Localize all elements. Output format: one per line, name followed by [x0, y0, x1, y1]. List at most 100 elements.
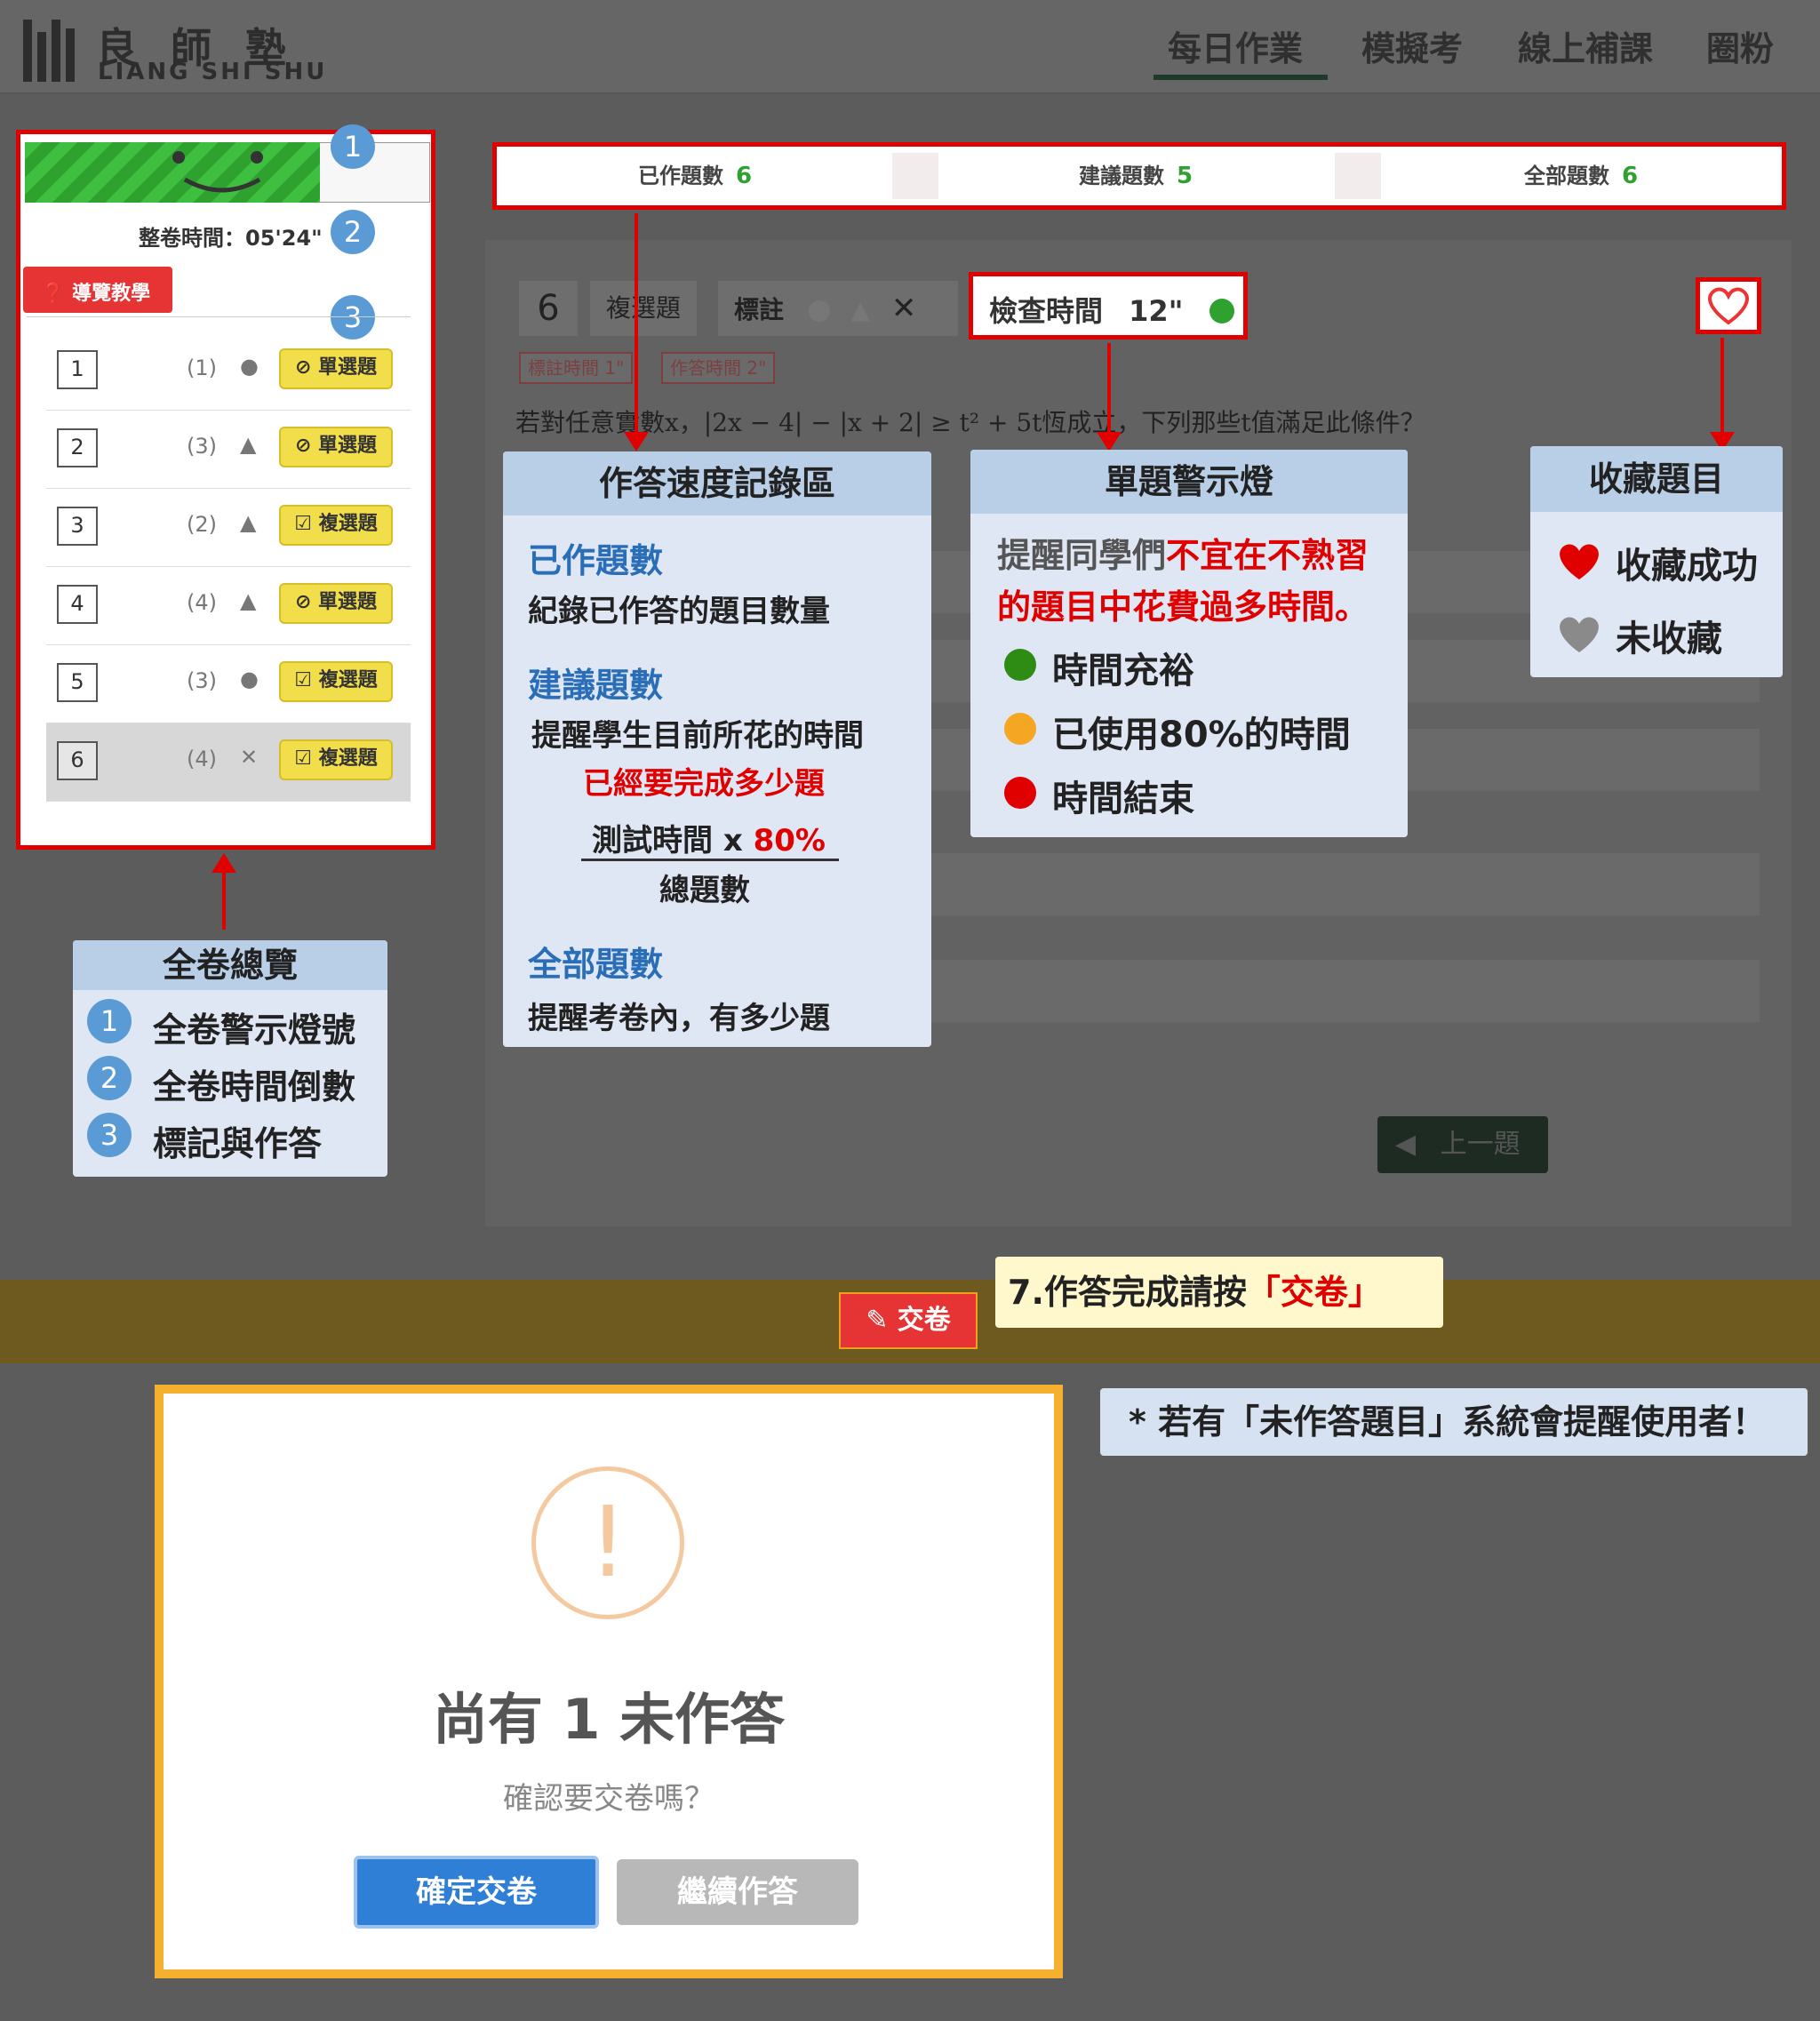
status-dot-icon: ● — [240, 667, 259, 691]
legend-item: 標記與作答 — [153, 1124, 323, 1163]
check-time-indicator: 檢查時間 12" — [969, 272, 1248, 339]
guide-tutorial-button[interactable]: ❓ 導覽教學 — [23, 267, 172, 313]
suggested-heading: 建議題數 — [528, 666, 664, 705]
badge-two: 2 — [331, 210, 375, 254]
edit-icon: ✎ — [866, 1305, 889, 1336]
question-type-tag[interactable]: ☑ 複選題 — [279, 505, 393, 546]
question-number[interactable]: 5 — [57, 663, 98, 702]
question-circle-icon: ❓ — [41, 283, 66, 305]
check-time-label: 檢查時間 — [989, 294, 1104, 328]
previous-question-label: 上一題 — [1440, 1129, 1521, 1160]
unsaved-label: 未收藏 — [1616, 619, 1722, 659]
saved-label: 收藏成功 — [1616, 546, 1758, 587]
legend-item: 全卷時間倒數 — [153, 1067, 356, 1106]
question-points: (4) — [187, 590, 217, 615]
counter-divider — [1335, 153, 1381, 199]
question-list-item[interactable]: 1 (1) ● ⊘ 單選題 — [46, 332, 411, 411]
formula-denominator: 總題數 — [659, 873, 750, 908]
heart-outline-icon — [1708, 287, 1749, 325]
nav-online-makeup[interactable]: 線上補課 — [1518, 21, 1653, 70]
favorite-button[interactable] — [1696, 277, 1761, 334]
question-number[interactable]: 6 — [57, 741, 98, 780]
answered-count: 已作題數 6 — [637, 163, 753, 189]
orange-light-label: 已使用80%的時間 — [1052, 715, 1351, 755]
question-number[interactable]: 3 — [57, 507, 98, 546]
check-time-value: 12" — [1129, 294, 1184, 328]
confirm-submit-button[interactable]: 確定交卷 — [354, 1856, 599, 1929]
mark-time-tag: 標註時間 1" — [519, 352, 634, 384]
question-points: (2) — [187, 512, 217, 537]
answer-time-tag: 作答時間 2" — [661, 352, 776, 384]
warning-light-desc: 提醒同學們不宜在不熟習的題目中花費過多時間。 — [997, 536, 1369, 627]
question-text: 若對任意實數x，|2x − 4| − |x + 2| ≥ t² + 5t恆成立，… — [515, 408, 1425, 437]
question-type-tag[interactable]: ☑ 複選題 — [279, 739, 393, 780]
answered-desc: 紀錄已作答的題目數量 — [528, 594, 830, 629]
circle-arrow-left-icon: ◀ — [1395, 1129, 1417, 1160]
question-list-item-selected[interactable]: 6 (4) ✕ ☑ 複選題 — [46, 723, 411, 802]
question-number[interactable]: 1 — [57, 350, 98, 389]
arrow-line — [222, 869, 226, 930]
logo-mark[interactable] — [23, 20, 76, 82]
status-cross-icon: ✕ — [240, 745, 259, 770]
legend-item: 全卷警示燈號 — [153, 1010, 356, 1050]
unanswered-note: * 若有「未作答題目」系統會提醒使用者！ — [1100, 1388, 1808, 1456]
arrow-line — [1107, 343, 1111, 435]
warning-icon: ! — [531, 1466, 684, 1619]
current-question-number: 6 — [519, 281, 578, 336]
nav-active-indicator — [1153, 75, 1328, 80]
continue-answering-button[interactable]: 繼續作答 — [617, 1859, 858, 1925]
mark-label: 標註 — [734, 295, 785, 324]
total-desc: 提醒考卷內，有多少題 — [528, 1001, 830, 1036]
logo-english: LIANG SHI SHU — [98, 59, 328, 85]
formula-divider — [581, 859, 839, 861]
question-number[interactable]: 4 — [57, 585, 98, 624]
legend-badge-one: 1 — [87, 999, 132, 1043]
submit-exam-button[interactable]: ✎ 交卷 — [839, 1292, 978, 1349]
overall-time-remaining: 整卷時間：05'24" — [139, 226, 323, 251]
heart-filled-icon — [1560, 544, 1599, 579]
status-triangle-icon: ▲ — [240, 588, 257, 613]
formula-numerator: 測試時間 x 80% — [592, 823, 826, 859]
speed-annotation-title: 作答速度記錄區 — [503, 451, 931, 515]
dialog-subtitle: 確認要交卷嗎？ — [503, 1781, 714, 1817]
favorite-annotation-title: 收藏題目 — [1530, 446, 1783, 512]
question-list-item[interactable]: 3 (2) ▲ ☑ 複選題 — [46, 489, 411, 567]
question-number[interactable]: 2 — [57, 428, 98, 467]
previous-question-button[interactable]: ◀ 上一題 — [1377, 1116, 1548, 1173]
green-light-label: 時間充裕 — [1052, 651, 1194, 691]
legend-badge-three: 3 — [87, 1113, 132, 1157]
mark-circle-button[interactable] — [808, 300, 830, 322]
arrow-line — [1720, 338, 1724, 435]
overview-annotation-title: 全卷總覽 — [73, 940, 387, 990]
arrow-down-icon — [1097, 432, 1122, 451]
question-list-item[interactable]: 4 (4) ▲ ⊘ 單選題 — [46, 567, 411, 645]
question-type-tag[interactable]: ⊘ 單選題 — [279, 583, 393, 624]
suggested-desc-highlight: 已經要完成多少題 — [583, 766, 825, 802]
mark-cross-button[interactable]: ✕ — [891, 291, 917, 326]
question-type-label: 複選題 — [590, 281, 698, 336]
total-heading: 全部題數 — [528, 945, 664, 984]
question-list-item[interactable]: 5 (3) ● ☑ 複選題 — [46, 645, 411, 723]
question-points: (3) — [187, 434, 217, 459]
warning-light-title: 單題警示燈 — [970, 450, 1408, 514]
suggested-desc: 提醒學生目前所花的時間 — [531, 718, 864, 754]
question-type-tag[interactable]: ⊘ 單選題 — [279, 427, 393, 467]
dialog-title: 尚有 1 未作答 — [432, 1687, 786, 1752]
total-count: 全部題數 6 — [1523, 163, 1639, 189]
submit-exam-label: 交卷 — [897, 1305, 951, 1336]
badge-one: 1 — [331, 124, 375, 169]
question-list-item[interactable]: 2 (3) ▲ ⊘ 單選題 — [46, 411, 411, 489]
question-type-tag[interactable]: ☑ 複選題 — [279, 661, 393, 702]
overall-progress-fill — [25, 142, 320, 203]
nav-daily-homework[interactable]: 每日作業 — [1168, 21, 1303, 70]
nav-mock-exam[interactable]: 模擬考 — [1361, 21, 1463, 70]
status-triangle-icon: ▲ — [240, 510, 257, 535]
red-light-label: 時間結束 — [1052, 779, 1194, 819]
question-type-tag[interactable]: ⊘ 單選題 — [279, 348, 393, 389]
nav-fans[interactable]: 圈粉 — [1706, 21, 1774, 70]
answered-heading: 已作題數 — [528, 541, 664, 580]
mark-triangle-button[interactable]: ▲ — [851, 295, 871, 324]
green-light-icon — [1004, 649, 1036, 681]
question-points: (3) — [187, 668, 217, 693]
red-light-icon — [1004, 777, 1036, 809]
